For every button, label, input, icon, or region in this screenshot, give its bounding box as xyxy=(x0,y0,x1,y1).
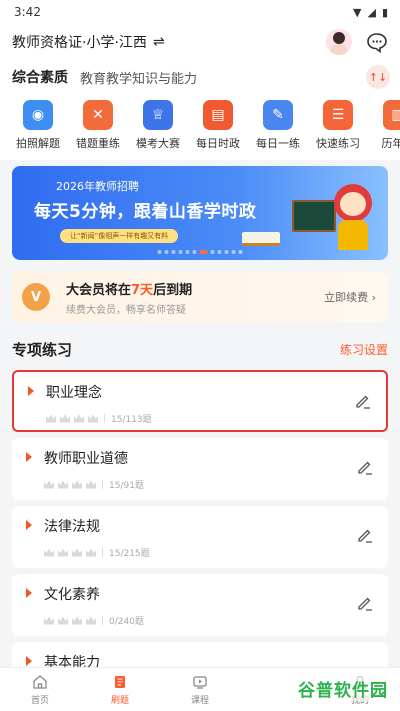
trophy-icon: ♕ xyxy=(143,100,173,130)
practice-item-professional-philosophy[interactable]: 职业理念 15/113题 xyxy=(12,370,388,432)
practice-progress: 15/113题 xyxy=(111,415,152,425)
triangle-right-icon xyxy=(26,656,32,666)
course-play-icon xyxy=(193,675,207,689)
vip-badge-icon: V xyxy=(22,283,50,311)
tool-wrong-questions[interactable]: ✕ 错题重练 xyxy=(68,100,128,160)
status-icons: ▼ ◢ ▮ xyxy=(353,6,388,19)
tool-label: 历年真 xyxy=(381,137,400,150)
avatar[interactable] xyxy=(326,29,352,55)
practice-item-teacher-ethics[interactable]: 教师职业道德 15/91题 xyxy=(12,438,388,500)
sort-icon[interactable]: ↑↓ xyxy=(366,65,390,89)
edit-icon[interactable] xyxy=(356,458,374,476)
tool-past-papers[interactable]: ▥ 历年真 xyxy=(368,100,400,160)
wifi-icon: ▼ xyxy=(353,5,362,19)
tab-comprehensive-quality[interactable]: 综合素质 xyxy=(12,67,68,87)
tab-label: 课程 xyxy=(190,695,209,706)
practice-name: 法律法规 xyxy=(44,519,100,535)
tab-teaching-knowledge[interactable]: 教育教学知识与能力 xyxy=(80,68,197,87)
vip-subtitle: 续费大会员，畅享名师答疑 xyxy=(66,304,186,316)
wrong-questions-icon: ✕ xyxy=(83,100,113,130)
tab-course[interactable]: 课程 xyxy=(160,668,240,711)
tab-practice[interactable]: 刷题 xyxy=(80,668,160,711)
signal-icon: ◢ xyxy=(367,5,376,19)
tab-label: 刷题 xyxy=(110,695,129,706)
edit-icon[interactable] xyxy=(356,526,374,544)
tool-label: 拍照解题 xyxy=(16,137,60,150)
tab-label: 首页 xyxy=(30,695,49,706)
tool-label: 错题重练 xyxy=(76,137,120,150)
status-time: 3:42 xyxy=(14,5,41,19)
banner-main-text: 每天5分钟，跟着山香学时政 xyxy=(34,202,257,222)
practice-book-icon xyxy=(115,675,125,688)
tool-daily-practice[interactable]: ✎ 每日一练 xyxy=(248,100,308,160)
practice-list: 职业理念 15/113题 教师职业道德 15/91题 法律法规 15/215题 … xyxy=(0,370,400,704)
mascot-body xyxy=(338,220,368,250)
switch-icon: ⇌ xyxy=(152,34,165,50)
crown-rating-icon xyxy=(44,548,96,557)
top-bar: 教师资格证·小学·江西 ⇌ xyxy=(0,24,400,60)
tool-grid: ◉ 拍照解题 ✕ 错题重练 ♕ 模考大赛 ▤ 每日时政 ✎ 每日一练 ☰ 快速练… xyxy=(0,94,400,160)
book-illustration xyxy=(242,232,280,246)
blackboard-illustration xyxy=(292,200,336,232)
triangle-right-icon xyxy=(26,588,32,598)
renew-button[interactable]: 立即续费 › xyxy=(324,289,376,305)
practice-name: 职业理念 xyxy=(46,385,102,401)
watermark-logo: 谷普软件园 xyxy=(296,676,390,701)
practice-item-cultural-literacy[interactable]: 文化素养 0/240题 xyxy=(12,574,388,636)
top-actions xyxy=(326,29,388,55)
practice-meta: 15/91题 xyxy=(44,478,376,491)
section-header: 专项练习 练习设置 xyxy=(0,328,400,370)
crown-rating-icon xyxy=(44,480,96,489)
practice-meta: 15/215题 xyxy=(44,546,376,559)
crown-rating-icon xyxy=(46,414,98,423)
exam-selector[interactable]: 教师资格证·小学·江西 ⇌ xyxy=(12,32,165,52)
edit-icon[interactable] xyxy=(356,594,374,612)
exam-title: 教师资格证·小学·江西 xyxy=(12,35,147,51)
practice-item-laws[interactable]: 法律法规 15/215题 xyxy=(12,506,388,568)
tool-mock-exam[interactable]: ♕ 模考大赛 xyxy=(128,100,188,160)
banner-pill: 让“新闻”像相声一样有趣又有料 xyxy=(60,229,179,243)
triangle-right-icon xyxy=(26,452,32,462)
tool-daily-news[interactable]: ▤ 每日时政 xyxy=(188,100,248,160)
practice-progress: 0/240题 xyxy=(109,617,144,627)
banner-pagination xyxy=(157,250,243,254)
practice-settings-button[interactable]: 练习设置 xyxy=(340,341,388,358)
subject-tabs: 综合素质 教育教学知识与能力 ↑↓ xyxy=(0,60,400,94)
home-icon xyxy=(33,674,47,689)
tool-label: 模考大赛 xyxy=(136,137,180,150)
practice-meta: 15/113题 xyxy=(46,412,374,425)
practice-progress: 15/91题 xyxy=(109,481,144,491)
practice-progress: 15/215题 xyxy=(109,549,150,559)
practice-name: 教师职业道德 xyxy=(44,451,128,467)
tool-label: 每日一练 xyxy=(256,137,300,150)
chat-icon[interactable] xyxy=(366,31,388,53)
pen-icon: ✎ xyxy=(263,100,293,130)
promo-banner[interactable]: 2026年教师招聘 每天5分钟，跟着山香学时政 让“新闻”像相声一样有趣又有料 xyxy=(12,166,388,260)
tool-quick-practice[interactable]: ☰ 快速练习 xyxy=(308,100,368,160)
past-papers-icon: ▥ xyxy=(383,100,400,130)
section-title: 专项练习 xyxy=(12,340,73,359)
tool-label: 每日时政 xyxy=(196,137,240,150)
vip-texts: 大会员将在7天后到期 续费大会员，畅享名师答疑 xyxy=(66,279,324,316)
vip-card[interactable]: V 大会员将在7天后到期 续费大会员，畅享名师答疑 立即续费 › xyxy=(12,272,388,322)
battery-icon: ▮ xyxy=(381,5,388,19)
mascot-face xyxy=(340,192,366,216)
triangle-right-icon xyxy=(26,520,32,530)
practice-name: 文化素养 xyxy=(44,587,100,603)
crown-rating-icon xyxy=(44,616,96,625)
news-icon: ▤ xyxy=(203,100,233,130)
triangle-right-icon xyxy=(28,386,34,396)
banner-top-text: 2026年教师招聘 xyxy=(56,180,139,193)
quick-practice-icon: ☰ xyxy=(323,100,353,130)
tool-label: 快速练习 xyxy=(316,137,360,150)
vip-days: 7天 xyxy=(131,282,154,298)
edit-icon[interactable] xyxy=(354,392,372,410)
camera-icon: ◉ xyxy=(23,100,53,130)
tab-home[interactable]: 首页 xyxy=(0,668,80,711)
practice-meta: 0/240题 xyxy=(44,614,376,627)
status-bar: 3:42 ▼ ◢ ▮ xyxy=(0,0,400,24)
tool-photo-search[interactable]: ◉ 拍照解题 xyxy=(8,100,68,160)
vip-title: 大会员将在7天后到期 xyxy=(66,282,193,298)
